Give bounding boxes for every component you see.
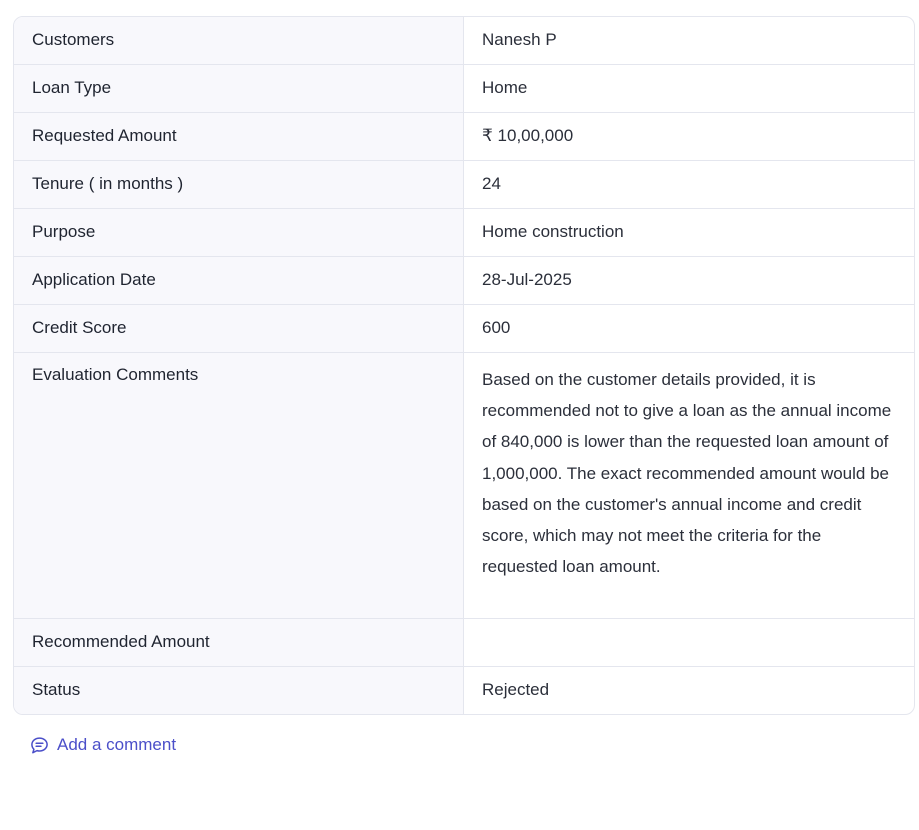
detail-label: Recommended Amount <box>14 619 464 666</box>
detail-label: Credit Score <box>14 305 464 352</box>
detail-row-evaluation-comments: Evaluation Comments Based on the custome… <box>14 352 914 618</box>
detail-label: Customers <box>14 17 464 64</box>
detail-value: Home construction <box>482 222 624 241</box>
status-value: Rejected <box>482 680 550 699</box>
detail-row-loan-type: Loan Type Home <box>14 64 914 112</box>
detail-label: Requested Amount <box>14 113 464 160</box>
detail-value: ₹ 10,00,000 <box>482 126 574 145</box>
detail-label: Tenure ( in months ) <box>14 161 464 208</box>
add-comment-label: Add a comment <box>57 735 177 754</box>
detail-value <box>464 619 914 666</box>
evaluation-comments-text: Based on the customer details provided, … <box>482 370 892 577</box>
detail-row-application-date: Application Date 28-Jul-2025 <box>14 256 914 304</box>
detail-label: Evaluation Comments <box>14 353 464 618</box>
add-comment-button[interactable]: Add a comment <box>30 735 176 755</box>
detail-row-status: Status Rejected <box>14 666 914 714</box>
detail-value: 24 <box>482 174 501 193</box>
detail-value: 600 <box>482 318 511 337</box>
loan-details-table: Customers Nanesh P Loan Type Home Reques… <box>13 16 915 715</box>
detail-value: Nanesh P <box>482 30 557 49</box>
detail-label: Application Date <box>14 257 464 304</box>
detail-value: Home <box>482 78 528 97</box>
detail-row-purpose: Purpose Home construction <box>14 208 914 256</box>
detail-row-requested-amount: Requested Amount ₹ 10,00,000 <box>14 112 914 160</box>
detail-row-recommended-amount: Recommended Amount <box>14 618 914 666</box>
detail-label: Status <box>14 667 464 714</box>
detail-label: Purpose <box>14 209 464 256</box>
detail-row-tenure: Tenure ( in months ) 24 <box>14 160 914 208</box>
detail-row-credit-score: Credit Score 600 <box>14 304 914 352</box>
comment-bubble-icon <box>30 736 49 755</box>
detail-value: 28-Jul-2025 <box>482 270 572 289</box>
detail-row-customers: Customers Nanesh P <box>14 17 914 64</box>
detail-label: Loan Type <box>14 65 464 112</box>
